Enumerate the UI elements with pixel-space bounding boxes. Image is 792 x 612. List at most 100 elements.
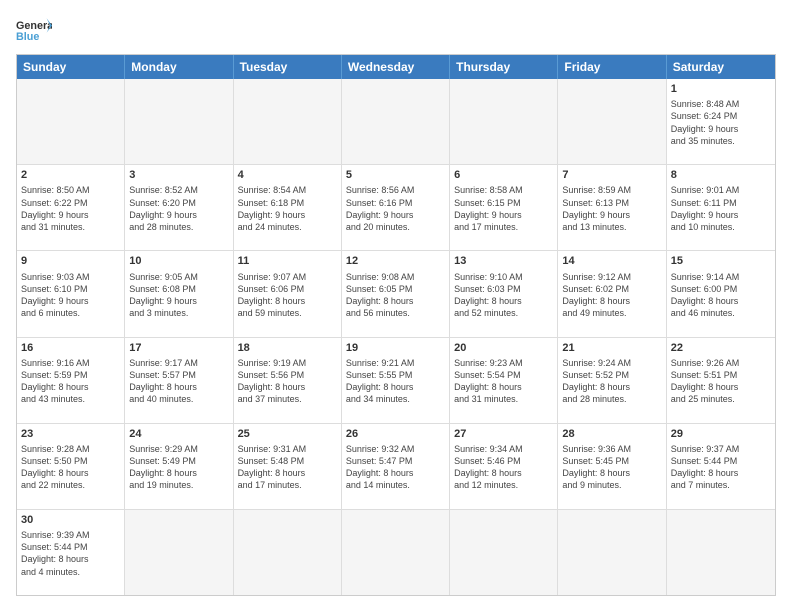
day-cell: 22Sunrise: 9:26 AM Sunset: 5:51 PM Dayli…	[667, 338, 775, 423]
day-number: 3	[129, 168, 228, 182]
day-number: 26	[346, 427, 445, 441]
day-number: 19	[346, 341, 445, 355]
day-info: Sunrise: 9:12 AM Sunset: 6:02 PM Dayligh…	[562, 271, 661, 320]
day-number: 20	[454, 341, 553, 355]
day-cell: 13Sunrise: 9:10 AM Sunset: 6:03 PM Dayli…	[450, 251, 558, 336]
day-number: 13	[454, 254, 553, 268]
day-number: 5	[346, 168, 445, 182]
weekday-header: Sunday	[17, 55, 125, 79]
day-info: Sunrise: 9:24 AM Sunset: 5:52 PM Dayligh…	[562, 357, 661, 406]
day-info: Sunrise: 8:52 AM Sunset: 6:20 PM Dayligh…	[129, 184, 228, 233]
empty-cell	[17, 79, 125, 164]
day-number: 28	[562, 427, 661, 441]
day-number: 7	[562, 168, 661, 182]
day-info: Sunrise: 9:19 AM Sunset: 5:56 PM Dayligh…	[238, 357, 337, 406]
day-info: Sunrise: 9:32 AM Sunset: 5:47 PM Dayligh…	[346, 443, 445, 492]
logo: General Blue	[16, 16, 52, 44]
day-info: Sunrise: 9:36 AM Sunset: 5:45 PM Dayligh…	[562, 443, 661, 492]
day-info: Sunrise: 9:23 AM Sunset: 5:54 PM Dayligh…	[454, 357, 553, 406]
weekday-header: Friday	[558, 55, 666, 79]
day-info: Sunrise: 8:50 AM Sunset: 6:22 PM Dayligh…	[21, 184, 120, 233]
day-cell: 2 Sunrise: 8:50 AM Sunset: 6:22 PM Daylig…	[17, 165, 125, 250]
day-number: 10	[129, 254, 228, 268]
day-number: 27	[454, 427, 553, 441]
day-number: 15	[671, 254, 771, 268]
day-number: 14	[562, 254, 661, 268]
day-cell: 8Sunrise: 9:01 AM Sunset: 6:11 PM Daylig…	[667, 165, 775, 250]
calendar-row: 9 Sunrise: 9:03 AM Sunset: 6:10 PM Daylig…	[17, 250, 775, 336]
svg-text:Blue: Blue	[16, 31, 39, 43]
empty-cell	[342, 79, 450, 164]
day-info: Sunrise: 9:28 AM Sunset: 5:50 PM Dayligh…	[21, 443, 120, 492]
day-info: Sunrise: 9:05 AM Sunset: 6:08 PM Dayligh…	[129, 271, 228, 320]
logo-icon: General Blue	[16, 16, 52, 44]
day-cell: 15 Sunrise: 9:14 AM Sunset: 6:00 PM Dayli…	[667, 251, 775, 336]
day-info: Sunrise: 8:58 AM Sunset: 6:15 PM Dayligh…	[454, 184, 553, 233]
day-cell: 27Sunrise: 9:34 AM Sunset: 5:46 PM Dayli…	[450, 424, 558, 509]
day-cell: 16 Sunrise: 9:16 AM Sunset: 5:59 PM Dayli…	[17, 338, 125, 423]
day-number: 8	[671, 168, 771, 182]
weekday-header: Monday	[125, 55, 233, 79]
day-cell: 14 Sunrise: 9:12 AM Sunset: 6:02 PM Dayli…	[558, 251, 666, 336]
day-info: Sunrise: 9:16 AM Sunset: 5:59 PM Dayligh…	[21, 357, 120, 406]
day-cell: 6 Sunrise: 8:58 AM Sunset: 6:15 PM Daylig…	[450, 165, 558, 250]
empty-cell	[234, 510, 342, 595]
empty-cell	[342, 510, 450, 595]
day-info: Sunrise: 9:14 AM Sunset: 6:00 PM Dayligh…	[671, 271, 771, 320]
day-cell: 29Sunrise: 9:37 AM Sunset: 5:44 PM Dayli…	[667, 424, 775, 509]
calendar-row: 23Sunrise: 9:28 AM Sunset: 5:50 PM Dayli…	[17, 423, 775, 509]
day-cell: 9 Sunrise: 9:03 AM Sunset: 6:10 PM Daylig…	[17, 251, 125, 336]
day-number: 18	[238, 341, 337, 355]
day-info: Sunrise: 9:31 AM Sunset: 5:48 PM Dayligh…	[238, 443, 337, 492]
empty-cell	[667, 510, 775, 595]
day-number: 12	[346, 254, 445, 268]
day-info: Sunrise: 9:08 AM Sunset: 6:05 PM Dayligh…	[346, 271, 445, 320]
day-number: 21	[562, 341, 661, 355]
day-number: 22	[671, 341, 771, 355]
day-cell: 21 Sunrise: 9:24 AM Sunset: 5:52 PM Dayli…	[558, 338, 666, 423]
day-cell: 7Sunrise: 8:59 AM Sunset: 6:13 PM Daylig…	[558, 165, 666, 250]
day-number: 17	[129, 341, 228, 355]
day-info: Sunrise: 8:48 AM Sunset: 6:24 PM Dayligh…	[671, 98, 771, 147]
day-cell: 1Sunrise: 8:48 AM Sunset: 6:24 PM Daylig…	[667, 79, 775, 164]
weekday-header: Wednesday	[342, 55, 450, 79]
day-cell: 26 Sunrise: 9:32 AM Sunset: 5:47 PM Dayli…	[342, 424, 450, 509]
day-cell: 30Sunrise: 9:39 AM Sunset: 5:44 PM Dayli…	[17, 510, 125, 595]
empty-cell	[125, 510, 233, 595]
empty-cell	[234, 79, 342, 164]
day-cell: 11 Sunrise: 9:07 AM Sunset: 6:06 PM Dayli…	[234, 251, 342, 336]
day-info: Sunrise: 9:03 AM Sunset: 6:10 PM Dayligh…	[21, 271, 120, 320]
day-number: 2	[21, 168, 120, 182]
day-cell: 10 Sunrise: 9:05 AM Sunset: 6:08 PM Dayli…	[125, 251, 233, 336]
day-cell: 24Sunrise: 9:29 AM Sunset: 5:49 PM Dayli…	[125, 424, 233, 509]
empty-cell	[558, 510, 666, 595]
day-info: Sunrise: 9:07 AM Sunset: 6:06 PM Dayligh…	[238, 271, 337, 320]
day-info: Sunrise: 9:17 AM Sunset: 5:57 PM Dayligh…	[129, 357, 228, 406]
day-cell: 20 Sunrise: 9:23 AM Sunset: 5:54 PM Dayli…	[450, 338, 558, 423]
day-info: Sunrise: 8:56 AM Sunset: 6:16 PM Dayligh…	[346, 184, 445, 233]
day-number: 6	[454, 168, 553, 182]
day-number: 30	[21, 513, 120, 527]
empty-cell	[450, 510, 558, 595]
day-info: Sunrise: 9:37 AM Sunset: 5:44 PM Dayligh…	[671, 443, 771, 492]
day-cell: 25 Sunrise: 9:31 AM Sunset: 5:48 PM Dayli…	[234, 424, 342, 509]
day-number: 25	[238, 427, 337, 441]
calendar-header: SundayMondayTuesdayWednesdayThursdayFrid…	[17, 55, 775, 79]
empty-cell	[125, 79, 233, 164]
weekday-header: Tuesday	[234, 55, 342, 79]
calendar-row: 2 Sunrise: 8:50 AM Sunset: 6:22 PM Daylig…	[17, 164, 775, 250]
day-cell: 4Sunrise: 8:54 AM Sunset: 6:18 PM Daylig…	[234, 165, 342, 250]
day-info: Sunrise: 9:21 AM Sunset: 5:55 PM Dayligh…	[346, 357, 445, 406]
day-info: Sunrise: 8:54 AM Sunset: 6:18 PM Dayligh…	[238, 184, 337, 233]
day-info: Sunrise: 9:29 AM Sunset: 5:49 PM Dayligh…	[129, 443, 228, 492]
day-cell: 17 Sunrise: 9:17 AM Sunset: 5:57 PM Dayli…	[125, 338, 233, 423]
day-number: 11	[238, 254, 337, 268]
calendar: SundayMondayTuesdayWednesdayThursdayFrid…	[16, 54, 776, 596]
empty-cell	[558, 79, 666, 164]
calendar-row: 1Sunrise: 8:48 AM Sunset: 6:24 PM Daylig…	[17, 79, 775, 164]
day-number: 16	[21, 341, 120, 355]
day-number: 9	[21, 254, 120, 268]
day-cell: 3 Sunrise: 8:52 AM Sunset: 6:20 PM Daylig…	[125, 165, 233, 250]
weekday-header: Thursday	[450, 55, 558, 79]
calendar-row: 30Sunrise: 9:39 AM Sunset: 5:44 PM Dayli…	[17, 509, 775, 595]
